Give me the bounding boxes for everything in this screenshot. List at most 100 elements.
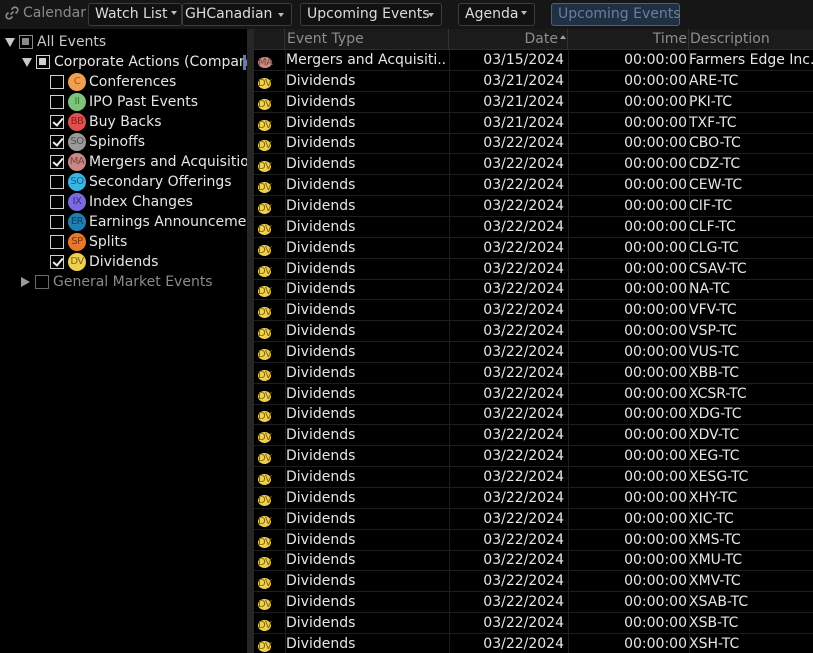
tree-item-conferences[interactable]: C Conferences xyxy=(50,72,176,92)
watch-list-select[interactable]: GHCanadian xyxy=(182,3,292,26)
collapse-triangle-icon[interactable] xyxy=(21,277,30,287)
tree-item-mergers-and-acquisitions[interactable]: MAMergers and Acquisitions xyxy=(50,152,247,172)
table-row[interactable]: DV Dividends 03/22/2024 00:00:00 XDV-TC xyxy=(254,425,813,447)
tree-node-all-events[interactable]: All Events xyxy=(5,32,106,52)
category-checkbox[interactable] xyxy=(50,115,64,129)
table-row[interactable]: DV Dividends 03/22/2024 00:00:00 XDG-TC xyxy=(254,404,813,426)
table-row[interactable]: DV Dividends 03/22/2024 00:00:00 XSAB-TC xyxy=(254,592,813,614)
tree-node-general-market-events[interactable]: General Market Events xyxy=(21,272,213,292)
table-row[interactable]: DV Dividends 03/22/2024 00:00:00 XSB-TC xyxy=(254,613,813,634)
table-row[interactable]: DV Dividends 03/21/2024 00:00:00 PKI-TC xyxy=(254,92,813,113)
checkbox-corporate-actions[interactable] xyxy=(36,55,50,69)
cell-event-type: Mergers and Acquisiti... xyxy=(286,52,446,68)
tree-item-label: Secondary Offerings xyxy=(89,174,232,190)
table-row[interactable]: DV Dividends 03/22/2024 00:00:00 XHY-TC xyxy=(254,488,813,509)
cell-event-type: Dividends xyxy=(286,552,356,569)
table-row[interactable]: DV Dividends 03/22/2024 00:00:00 CDZ-TC xyxy=(254,154,813,176)
tree-item-dividends[interactable]: DV Dividends xyxy=(50,252,158,272)
table-row[interactable]: DV Dividends 03/22/2024 00:00:00 CEW-TC xyxy=(254,175,813,197)
column-header-time[interactable]: Time xyxy=(568,29,689,50)
category-checkbox[interactable] xyxy=(50,175,64,189)
table-row[interactable]: DV Dividends 03/21/2024 00:00:00 TXF-TC xyxy=(254,113,813,134)
category-checkbox[interactable] xyxy=(50,95,64,109)
category-checkbox[interactable] xyxy=(50,235,64,249)
cell-event-type: Dividends xyxy=(286,489,356,506)
tree-item-secondary-offerings[interactable]: SO Secondary Offerings xyxy=(50,172,232,192)
cell-date: 03/22/2024 xyxy=(483,552,564,569)
table-row[interactable]: DV Dividends 03/22/2024 00:00:00 XMV-TC xyxy=(254,571,813,593)
cell-date: 03/22/2024 xyxy=(483,302,564,319)
table-row[interactable]: DV Dividends 03/22/2024 00:00:00 NA-TC xyxy=(254,279,813,301)
checkbox-general-market-events[interactable] xyxy=(35,275,49,289)
cell-description: VSP-TC xyxy=(689,323,737,340)
table-row[interactable]: MA Mergers and Acquisiti... 03/15/2024 00:0… xyxy=(254,50,813,71)
column-header-event-type[interactable]: Event Type xyxy=(285,29,449,50)
table-row[interactable]: DV Dividends 03/22/2024 00:00:00 CIF-TC xyxy=(254,196,813,217)
watch-list-button[interactable]: Watch List xyxy=(88,3,182,26)
cell-description: Farmers Edge Inc. xyxy=(689,52,813,68)
tree-item-earnings-announcement[interactable]: ER Earnings Announcement xyxy=(50,212,247,232)
table-row[interactable]: DV Dividends 03/22/2024 00:00:00 XMU-TC xyxy=(254,550,813,572)
checkbox-all-events[interactable] xyxy=(19,35,33,49)
column-header-date[interactable]: Date xyxy=(449,29,568,50)
cell-time: 00:00:00 xyxy=(624,594,687,611)
column-header-icon[interactable] xyxy=(254,29,285,50)
category-checkbox[interactable] xyxy=(50,255,64,269)
category-checkbox[interactable] xyxy=(50,135,64,149)
cell-date: 03/22/2024 xyxy=(483,489,564,506)
cell-date: 03/15/2024 xyxy=(483,52,564,68)
cell-description: CLF-TC xyxy=(689,218,736,235)
tree-item-spinoffs[interactable]: SO Spinoffs xyxy=(50,132,145,152)
tree-item-ipo-past-events[interactable]: II IPO Past Events xyxy=(50,92,198,112)
column-header-description[interactable]: Description xyxy=(689,29,813,50)
tree-item-index-changes[interactable]: IX Index Changes xyxy=(50,192,193,212)
cell-date: 03/22/2024 xyxy=(483,531,564,548)
table-row[interactable]: DV Dividends 03/22/2024 00:00:00 VUS-TC xyxy=(254,342,813,363)
event-badge-icon: DV xyxy=(258,515,272,527)
expand-triangle-icon[interactable] xyxy=(5,37,15,47)
watch-list-label: Watch List xyxy=(95,6,168,22)
column-header-label: Event Type xyxy=(287,31,364,47)
tree-item-splits[interactable]: SP Splits xyxy=(50,232,127,252)
table-row[interactable]: DV Dividends 03/22/2024 00:00:00 XEG-TC xyxy=(254,446,813,468)
link-icon[interactable] xyxy=(4,5,20,21)
table-row[interactable]: DV Dividends 03/22/2024 00:00:00 VFV-TC xyxy=(254,300,813,322)
table-row[interactable]: DV Dividends 03/21/2024 00:00:00 ARE-TC xyxy=(254,71,813,92)
table-row[interactable]: DV Dividends 03/22/2024 00:00:00 XSH-TC xyxy=(254,634,813,653)
cell-event-type: Dividends xyxy=(286,239,356,256)
category-checkbox[interactable] xyxy=(50,195,64,209)
table-row[interactable]: DV Dividends 03/22/2024 00:00:00 XESG-TC xyxy=(254,467,813,488)
table-row[interactable]: DV Dividends 03/22/2024 00:00:00 CBO-TC xyxy=(254,133,813,155)
table-row[interactable]: DV Dividends 03/22/2024 00:00:00 CSAV-TC xyxy=(254,259,813,280)
table-row[interactable]: DV Dividends 03/22/2024 00:00:00 VSP-TC xyxy=(254,321,813,343)
table-row[interactable]: DV Dividends 03/22/2024 00:00:00 XIC-TC xyxy=(254,509,813,530)
category-checkbox[interactable] xyxy=(50,75,64,89)
view-mode-button[interactable]: Agenda xyxy=(458,3,535,26)
cell-time: 00:00:00 xyxy=(624,448,687,465)
tree-item-buy-backs[interactable]: BB Buy Backs xyxy=(50,112,162,132)
table-row[interactable]: DV Dividends 03/22/2024 00:00:00 XBB-TC xyxy=(254,363,813,384)
table-row[interactable]: DV Dividends 03/22/2024 00:00:00 XMS-TC xyxy=(254,530,813,551)
table-row[interactable]: DV Dividends 03/22/2024 00:00:00 CLG-TC xyxy=(254,238,813,259)
cell-event-type: Dividends xyxy=(286,427,356,444)
tree-item-label: Dividends xyxy=(89,254,159,270)
pane-splitter[interactable] xyxy=(247,29,254,653)
cell-event-type: Dividends xyxy=(286,323,356,340)
event-badge-icon: DV xyxy=(258,619,272,631)
event-badge-icon: DV xyxy=(258,328,272,340)
cell-event-type: Dividends xyxy=(286,156,356,173)
upcoming-events-button[interactable]: Upcoming Events xyxy=(551,3,681,26)
table-row[interactable]: DV Dividends 03/22/2024 00:00:00 XCSR-TC xyxy=(254,384,813,405)
category-checkbox[interactable] xyxy=(50,155,64,169)
event-badge-icon: DV xyxy=(258,244,272,256)
table-row[interactable]: DV Dividends 03/22/2024 00:00:00 CLF-TC xyxy=(254,217,813,238)
cell-event-type: Dividends xyxy=(286,594,356,611)
event-badge-icon: SO xyxy=(68,173,86,191)
tree-node-corporate-actions[interactable]: Corporate Actions (Company xyxy=(22,52,247,72)
category-checkbox[interactable] xyxy=(50,215,64,229)
cell-date: 03/22/2024 xyxy=(483,197,564,214)
cell-time: 00:00:00 xyxy=(624,323,687,340)
expand-triangle-icon[interactable] xyxy=(22,57,32,67)
event-type-icon: DV xyxy=(258,364,278,384)
event-filter-select[interactable]: Upcoming Events xyxy=(300,3,442,26)
